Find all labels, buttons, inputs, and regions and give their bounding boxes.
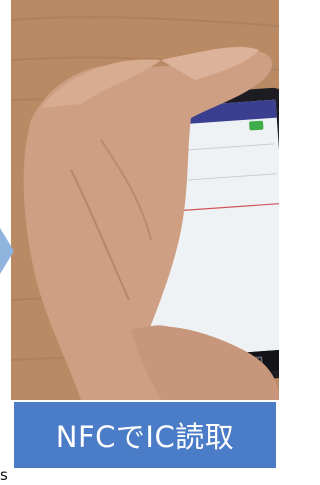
edge-text-fragment: s: [0, 466, 8, 484]
caption-banner: NFCでIC読取: [14, 402, 276, 468]
tablet-nfc-photo: [11, 0, 279, 400]
previous-arrow-icon[interactable]: [0, 228, 14, 274]
video-thumbnail-frame[interactable]: NFCでIC読取 s: [0, 0, 279, 485]
app-button: [249, 120, 264, 131]
photo-illustration: [11, 0, 279, 400]
caption-text: NFCでIC読取: [55, 420, 235, 454]
